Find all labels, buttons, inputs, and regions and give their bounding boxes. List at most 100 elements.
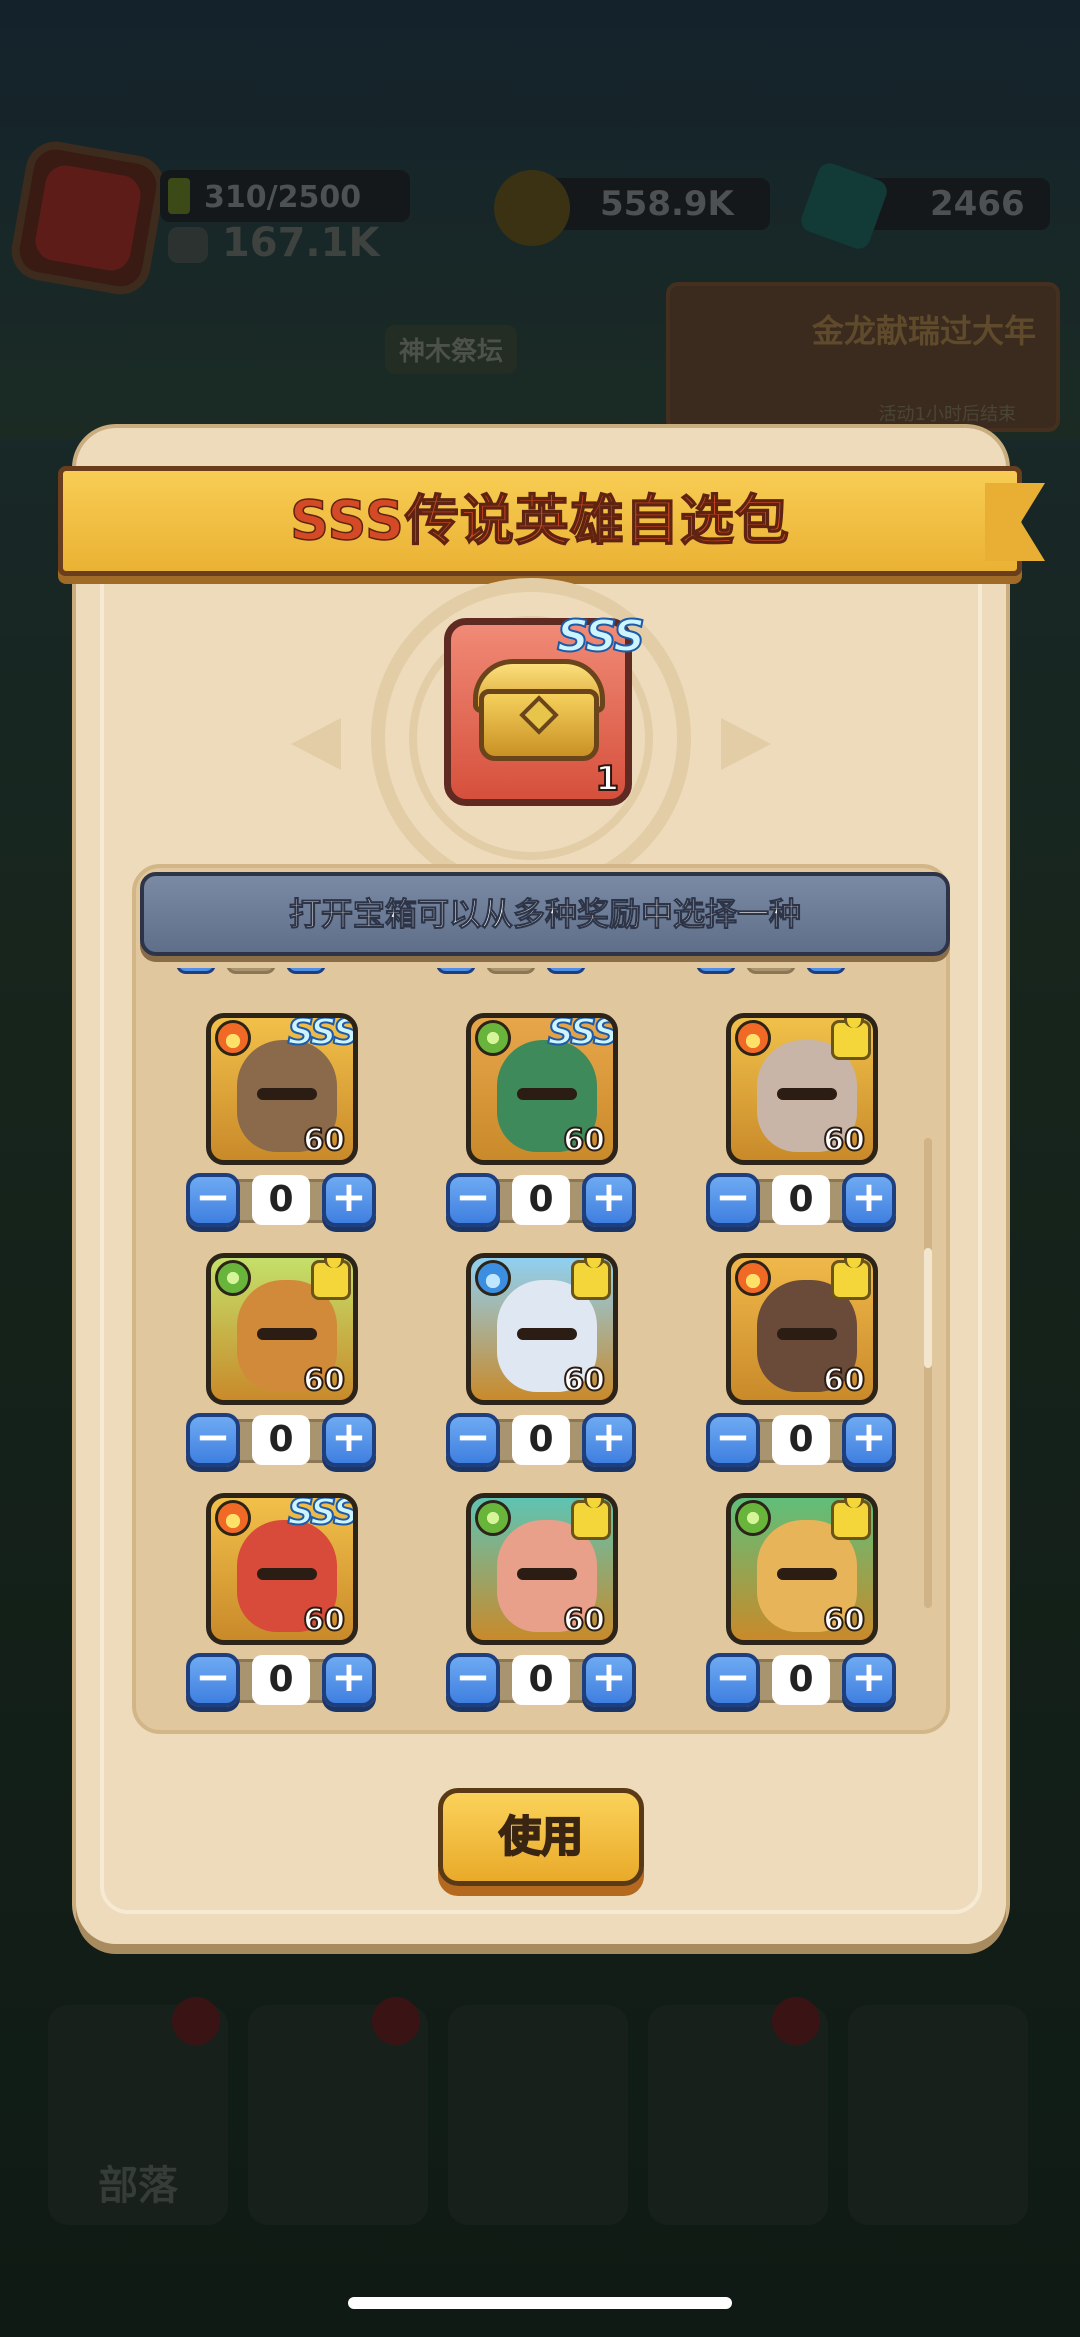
hero-card[interactable]: 60 −0 + <box>706 1493 896 1723</box>
decrement-button[interactable]: − <box>446 1653 500 1707</box>
quantity-stepper: −0 + <box>186 1413 376 1467</box>
increment-button[interactable]: + <box>842 1173 896 1227</box>
quantity-value[interactable]: 0 <box>772 1415 830 1465</box>
increment-button[interactable]: + <box>322 1173 376 1227</box>
hero-card[interactable]: 60 −0 + <box>706 1253 896 1483</box>
hero-portrait[interactable]: SSS 60 <box>466 1013 618 1165</box>
decrement-button[interactable]: − <box>446 1173 500 1227</box>
hero-card[interactable]: 60 −0 + <box>446 1493 636 1723</box>
hero-portrait[interactable]: 60 <box>726 1013 878 1165</box>
hero-card[interactable]: 60 −0 + <box>186 1253 376 1483</box>
increment-button[interactable]: + <box>582 1413 636 1467</box>
quantity-value[interactable]: 0 <box>772 1655 830 1705</box>
event-banner-title: 金龙献瑞过大年 <box>811 312 1036 350</box>
sss-grade-badge: SSS <box>556 610 646 663</box>
decrement-button[interactable]: − <box>186 1413 240 1467</box>
hero-eyes <box>257 1568 317 1580</box>
decrement-button[interactable]: − <box>446 1413 500 1467</box>
energy-icon <box>168 178 190 214</box>
hero-select-pack-dialog: SSS传说英雄自选包 SSS 1 SSS 60−0 + SSS 60−0 +60−0 +60… <box>58 428 1045 1944</box>
hero-eyes <box>517 1088 577 1100</box>
nav-trophy[interactable] <box>848 2005 1028 2225</box>
nav-tribe-label: 部落 <box>98 2163 178 2209</box>
hero-eyes <box>257 1328 317 1340</box>
quantity-value[interactable]: 0 <box>252 1415 310 1465</box>
leaf-element-icon <box>735 1500 771 1536</box>
increment-button[interactable]: + <box>582 1653 636 1707</box>
hero-eyes <box>257 1088 317 1100</box>
hero-eyes <box>777 1568 837 1580</box>
increment-button[interactable]: + <box>322 1413 376 1467</box>
quantity-value[interactable]: 0 <box>772 1175 830 1225</box>
hero-portrait[interactable]: 60 <box>726 1493 878 1645</box>
gold-value: 558.9K <box>600 184 734 224</box>
quantity-value[interactable]: 0 <box>512 1655 570 1705</box>
hero-eyes <box>517 1568 577 1580</box>
hero-level: 60 <box>822 1122 866 1159</box>
chest-item-card[interactable]: SSS 1 <box>444 610 646 806</box>
quantity-value[interactable]: 0 <box>252 1655 310 1705</box>
hero-portrait[interactable]: SSS 60 <box>206 1493 358 1645</box>
fist-icon <box>168 227 208 263</box>
increment-button[interactable]: + <box>322 1653 376 1707</box>
nav-battle[interactable] <box>448 2005 628 2225</box>
hero-eyes <box>777 1088 837 1100</box>
hero-portrait[interactable]: 60 <box>466 1253 618 1405</box>
nav-target[interactable] <box>648 1997 828 2225</box>
increment-button[interactable]: + <box>582 1173 636 1227</box>
hero-portrait[interactable]: 60 <box>206 1253 358 1405</box>
decrement-button[interactable]: − <box>706 1653 760 1707</box>
hero-portrait[interactable]: 60 <box>466 1493 618 1645</box>
hero-card[interactable]: 60 −0 + <box>446 1253 636 1483</box>
increment-button[interactable]: + <box>842 1413 896 1467</box>
quantity-value[interactable]: 0 <box>512 1415 570 1465</box>
player-avatar <box>6 136 170 300</box>
decrement-button[interactable]: − <box>186 1653 240 1707</box>
quantity-value[interactable]: 0 <box>512 1175 570 1225</box>
quantity-stepper: −0 + <box>186 1173 376 1227</box>
hero-grid[interactable]: SSS 60−0 + SSS 60−0 +60−0 +60−0 +60−0 +60−0 + SSS 6… <box>136 968 954 1728</box>
stepper-partial <box>176 968 326 976</box>
leaf-element-icon <box>475 1500 511 1536</box>
sss-grade-badge: SSS <box>547 1013 617 1054</box>
hero-portrait[interactable]: 60 <box>726 1253 878 1405</box>
event-banner-subtitle: 活动1小时后结束 <box>878 404 1016 425</box>
hero-level: 60 <box>302 1362 346 1399</box>
hero-card[interactable]: SSS 60 −0 + <box>186 1013 376 1243</box>
nav-tribe[interactable]: 部落 <box>48 1997 228 2225</box>
fire-element-icon <box>215 1500 251 1536</box>
dialog-title: SSS传说英雄自选包 <box>289 488 790 553</box>
scrollbar-track[interactable] <box>924 1138 932 1608</box>
puzzle-piece-icon <box>571 1258 611 1300</box>
altar-tag[interactable]: 神木祭坛 <box>385 325 518 374</box>
decrement-button[interactable]: − <box>706 1413 760 1467</box>
power-readout: 167.1K <box>168 220 379 266</box>
gold-coin-icon <box>494 170 570 246</box>
hero-card[interactable]: SSS 60 −0 + <box>446 1013 636 1243</box>
quantity-stepper: −0 + <box>446 1173 636 1227</box>
gem-icon <box>797 159 891 253</box>
hero-card[interactable]: SSS 60 −0 + <box>186 1493 376 1723</box>
alert-icon <box>172 1997 220 2045</box>
fire-element-icon <box>215 1020 251 1056</box>
increment-button[interactable]: + <box>842 1653 896 1707</box>
scrollbar-thumb[interactable] <box>924 1248 932 1368</box>
nav-heroes[interactable] <box>248 1997 428 2225</box>
puzzle-piece-icon <box>831 1498 871 1540</box>
power-value: 167.1K <box>221 220 380 266</box>
puzzle-piece-icon <box>311 1258 351 1300</box>
alert-icon <box>772 1997 820 2045</box>
bottom-nav: 部落 <box>48 1997 1038 2235</box>
stepper-partial <box>436 968 586 976</box>
quantity-value[interactable]: 0 <box>252 1175 310 1225</box>
hero-portrait[interactable]: SSS 60 <box>206 1013 358 1165</box>
quantity-stepper: −0 + <box>706 1653 896 1707</box>
use-button[interactable]: 使用 <box>438 1788 644 1886</box>
hero-level: 60 <box>822 1362 866 1399</box>
decrement-button[interactable]: − <box>186 1173 240 1227</box>
hero-level: 60 <box>302 1122 346 1159</box>
puzzle-piece-icon <box>831 1018 871 1060</box>
hero-card[interactable]: 60 −0 + <box>706 1013 896 1243</box>
decrement-button[interactable]: − <box>706 1173 760 1227</box>
event-banner[interactable]: 金龙献瑞过大年 活动1小时后结束 <box>666 282 1060 432</box>
